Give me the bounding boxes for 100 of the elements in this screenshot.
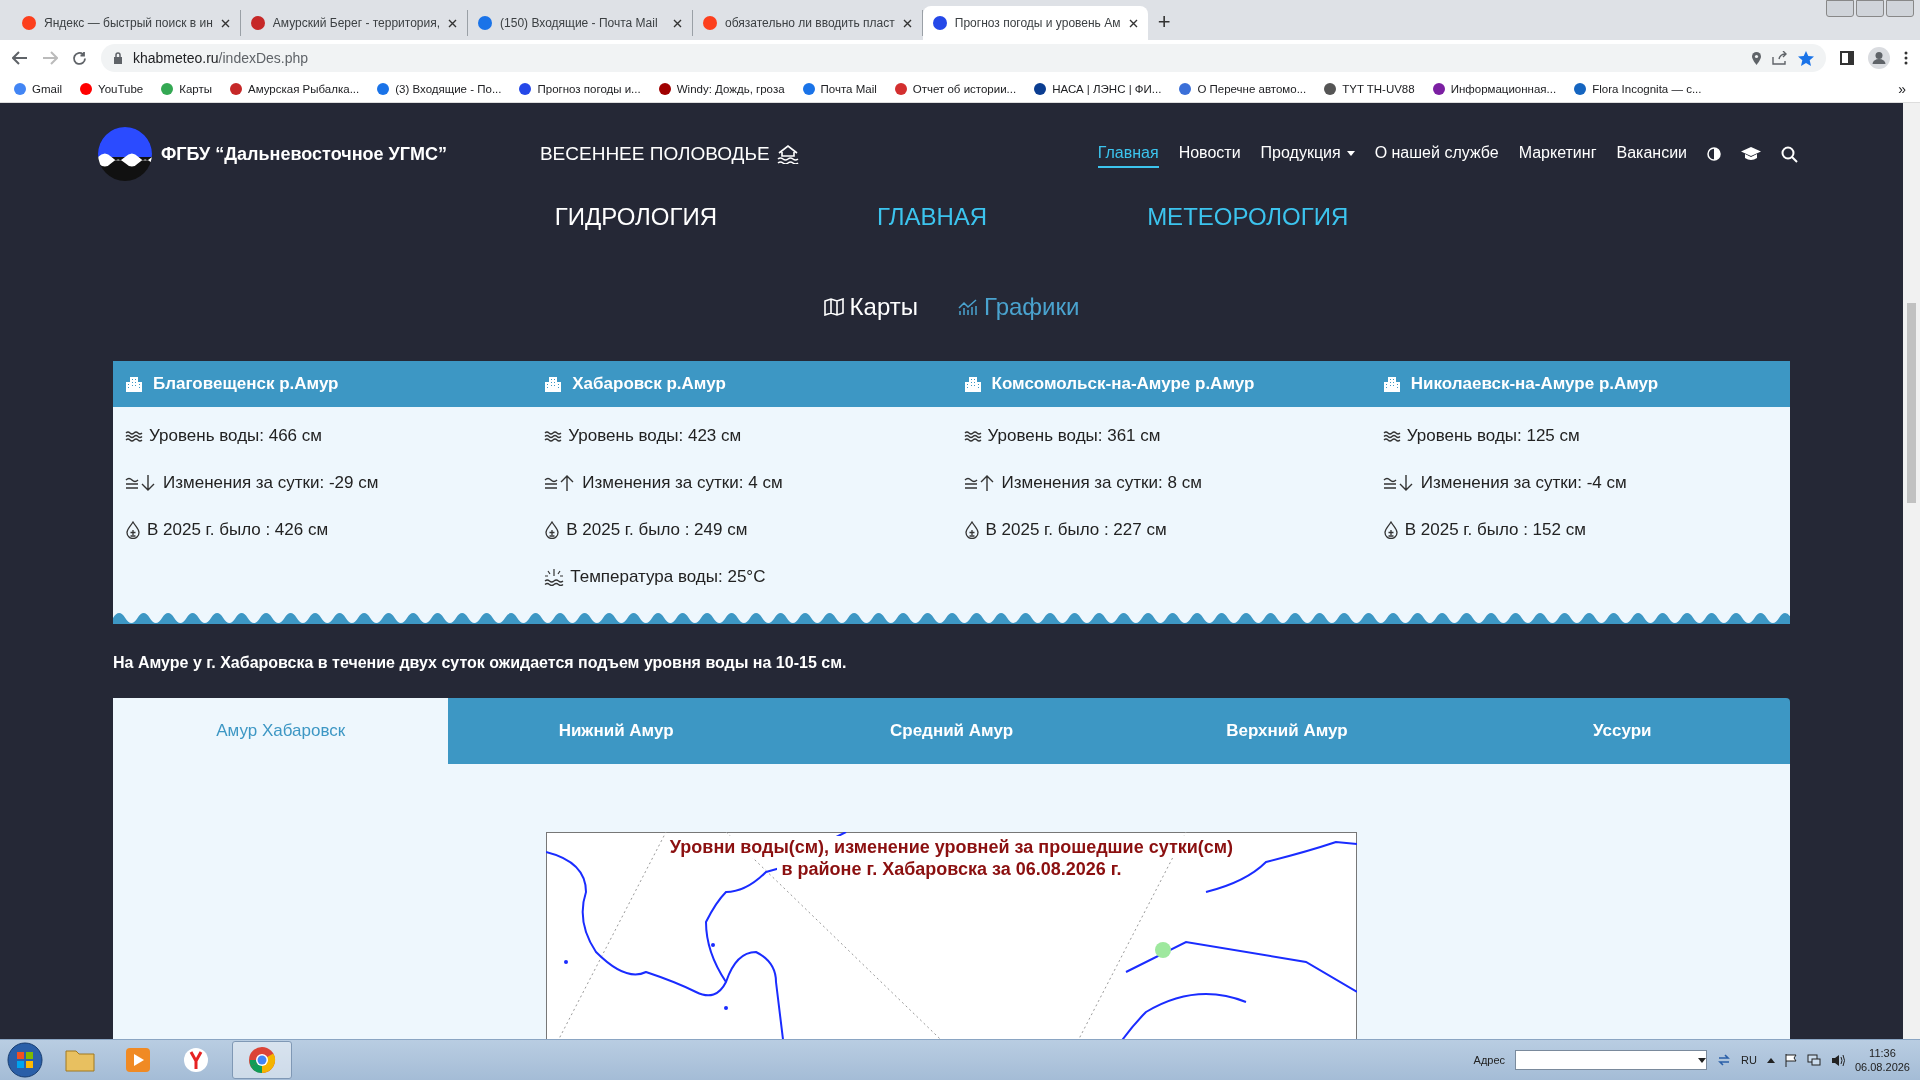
station-header: Хабаровск р.Амур <box>532 361 952 407</box>
browser-tab[interactable]: Амурский Берег - территория, <box>240 10 469 36</box>
speaker-icon[interactable] <box>1830 1053 1845 1067</box>
flag-icon[interactable] <box>1784 1053 1797 1067</box>
flooded-house-icon <box>776 144 799 164</box>
logo[interactable] <box>98 127 152 181</box>
view-toggle[interactable]: Карты <box>823 293 918 321</box>
start-button[interactable] <box>6 1041 44 1079</box>
bookmark[interactable]: (3) Входящие - По... <box>377 83 502 95</box>
bookmark[interactable]: Flora Incognita — с... <box>1574 83 1702 95</box>
station-header: Комсомольск-на-Амуре р.Амур <box>951 361 1371 407</box>
window-controls[interactable] <box>1826 0 1914 17</box>
level-down-icon <box>1382 473 1415 492</box>
browser-tab[interactable]: Яндекс — быстрый поиск в ин <box>12 10 241 36</box>
station-reading: В 2025 г. было : 152 см <box>1404 519 1586 540</box>
waves-icon <box>963 429 982 442</box>
browser-tab[interactable]: обязательно ли вводить пласт <box>693 10 923 36</box>
drop-icon <box>963 520 980 539</box>
map-icon <box>823 298 844 316</box>
level-up-icon <box>963 473 996 492</box>
lock-icon <box>113 52 123 64</box>
side-panel-icon[interactable] <box>1840 51 1854 65</box>
network-icon[interactable] <box>1806 1053 1821 1067</box>
graduation-cap-icon[interactable] <box>1741 147 1761 161</box>
bookmark[interactable]: НАСА | ЛЭНС | ФИ... <box>1034 83 1162 95</box>
chart-icon <box>958 298 978 316</box>
search-icon[interactable] <box>1781 145 1798 163</box>
section-link[interactable]: ГИДРОЛОГИЯ <box>554 203 718 231</box>
share-icon[interactable] <box>1772 51 1788 65</box>
close-icon[interactable] <box>902 18 912 28</box>
address-label: Адрес <box>1473 1054 1506 1066</box>
back-icon[interactable] <box>12 51 28 65</box>
flood-link[interactable]: ВЕСЕННЕЕ ПОЛОВОДЬЕ <box>539 143 799 165</box>
station-reading: Уровень воды: 361 см <box>987 425 1161 446</box>
station-reading: Изменения за сутки: 8 см <box>1001 472 1202 493</box>
bookmark[interactable]: Карты <box>161 83 212 95</box>
location-pin-icon[interactable] <box>1751 50 1762 66</box>
station-reading: Уровень воды: 125 см <box>1406 425 1580 446</box>
bookmark[interactable]: Амурская Рыбалка... <box>230 83 360 95</box>
waves-icon <box>544 429 563 442</box>
station-reading: Изменения за сутки: -29 см <box>163 472 379 493</box>
bookmark[interactable]: Почта Mail <box>802 83 877 95</box>
bookmark[interactable]: Информационная... <box>1432 83 1557 95</box>
station-reading: Уровень воды: 423 см <box>568 425 742 446</box>
nav-link[interactable]: Вакансии <box>1616 140 1687 168</box>
bookmark[interactable]: Прогноз погоды и... <box>519 83 641 95</box>
caret-icon[interactable] <box>1698 1057 1707 1063</box>
go-icon[interactable] <box>1717 1053 1732 1067</box>
section-link[interactable]: МЕТЕОРОЛОГИЯ <box>1147 203 1349 231</box>
new-tab-button[interactable]: + <box>1157 9 1171 35</box>
close-icon[interactable] <box>448 18 458 28</box>
clock[interactable]: 11:36 06.08.2026 <box>1854 1046 1910 1074</box>
waves-icon <box>1382 429 1401 442</box>
menu-icon[interactable] <box>1904 51 1908 65</box>
drop-icon <box>544 520 561 539</box>
nav-link[interactable]: Продукция <box>1260 140 1355 168</box>
level-down-icon <box>125 473 157 492</box>
station-reading: Изменения за сутки: -4 см <box>1420 472 1627 493</box>
nav-link[interactable]: Новости <box>1178 140 1241 168</box>
address-bar[interactable]: khabmeteo.ru/indexDes.php <box>101 44 1826 72</box>
nav-link[interactable]: Главная <box>1097 140 1159 168</box>
bookmark[interactable]: YouTube <box>80 83 144 95</box>
bookmark[interactable]: Отчет об истории... <box>894 83 1017 95</box>
close-icon[interactable] <box>1128 18 1138 28</box>
language-indicator[interactable]: RU <box>1741 1054 1757 1066</box>
section-link[interactable]: ГЛАВНАЯ <box>877 203 988 231</box>
forecast-text: На Амуре у г. Хабаровска в течение двух суток ожидается подъем уровня воды на 10-15 см. <box>113 654 848 672</box>
bookmark[interactable]: Gmail <box>14 83 63 95</box>
address-field[interactable] <box>1515 1050 1708 1070</box>
reload-icon[interactable] <box>72 50 87 66</box>
view-toggle[interactable]: Графики <box>958 293 1080 321</box>
nav-link[interactable]: О нашей службе <box>1374 140 1499 168</box>
station-header: Благовещенск р.Амур <box>113 361 533 407</box>
caret-icon <box>1346 150 1355 156</box>
tray-arrow-icon[interactable] <box>1766 1057 1775 1063</box>
station-reading: В 2025 г. было : 227 см <box>985 519 1167 540</box>
nav-link[interactable]: Маркетинг <box>1518 140 1597 168</box>
browser-tab[interactable]: Прогноз погоды и уровень Ам <box>922 6 1148 40</box>
more-bookmarks-button[interactable]: » <box>1898 81 1906 97</box>
site-title[interactable]: ФГБУ “Дальневосточное УГМС” <box>161 143 447 165</box>
building-icon <box>125 376 143 392</box>
bookmark[interactable]: Windy: Дождь, гроза <box>658 83 785 95</box>
browser-tab[interactable]: (150) Входящие - Почта Mail <box>468 10 694 36</box>
station-reading: В 2025 г. было : 249 см <box>566 519 748 540</box>
drop-icon <box>1382 520 1399 539</box>
chrome-icon[interactable] <box>232 1041 292 1079</box>
station-reading: Уровень воды: 466 см <box>149 425 322 446</box>
bookmark[interactable]: О Перечне автомо... <box>1179 83 1307 95</box>
star-icon[interactable] <box>1798 50 1814 66</box>
close-icon[interactable] <box>673 18 683 28</box>
bookmark[interactable]: TYT TH-UV88 <box>1324 83 1415 95</box>
drop-icon <box>125 520 141 539</box>
scrollbar[interactable] <box>1903 103 1920 1039</box>
water-temperature-icon <box>544 567 565 586</box>
profile-icon[interactable] <box>1868 47 1890 69</box>
contrast-icon[interactable] <box>1707 147 1721 161</box>
close-icon[interactable] <box>220 18 230 28</box>
station-reading: Изменения за сутки: 4 см <box>582 472 783 493</box>
station-header: Николаевск-на-Амуре р.Амур <box>1370 361 1790 407</box>
station-reading: В 2025 г. было : 426 см <box>147 519 329 540</box>
